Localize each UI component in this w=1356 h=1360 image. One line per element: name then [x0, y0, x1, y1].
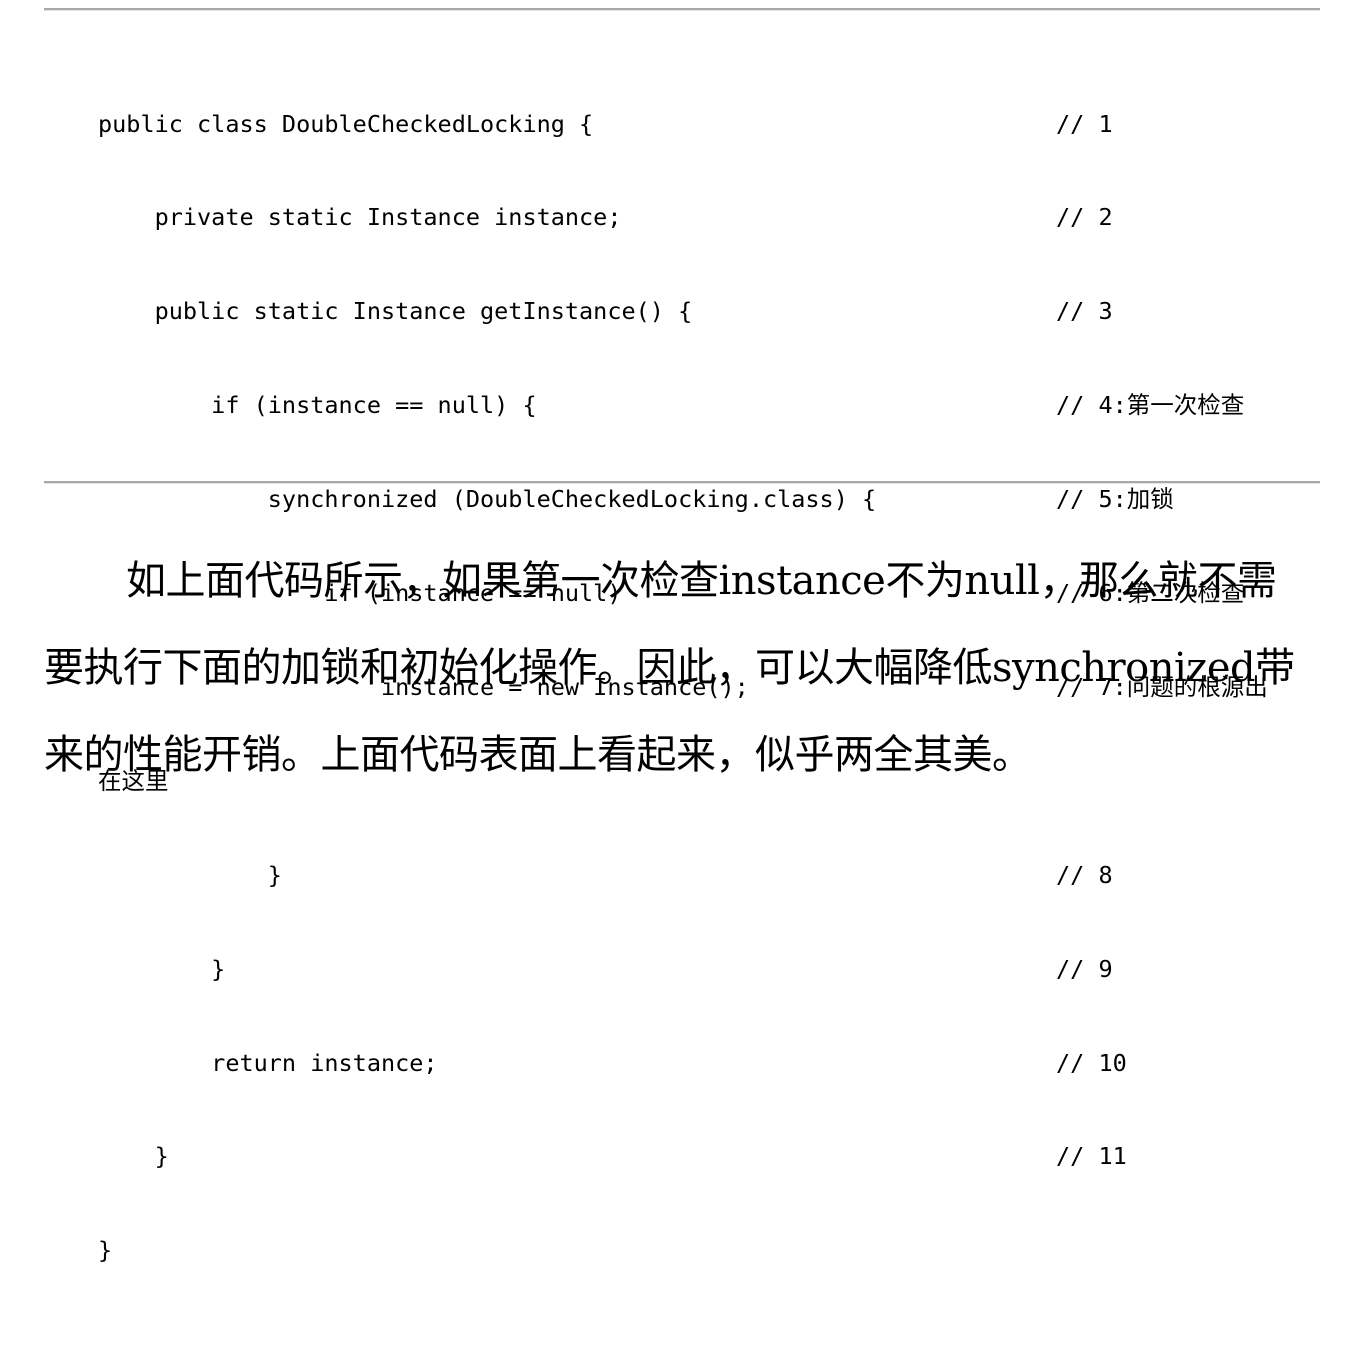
- bottom-divider: [44, 481, 1320, 484]
- code-comment: // 1: [1056, 109, 1113, 138]
- code-text: }: [98, 860, 282, 889]
- code-comment: // 9: [1056, 954, 1113, 983]
- code-text: }: [98, 954, 226, 983]
- code-line: if (instance == null) { // 4:第一次检查: [98, 390, 1318, 421]
- code-comment: // 4:第一次检查: [1056, 391, 1245, 420]
- code-text: return instance;: [98, 1048, 438, 1077]
- code-comment: // 8: [1056, 860, 1113, 889]
- code-line: public class DoubleCheckedLocking { // 1: [98, 109, 1318, 140]
- code-line: private static Instance instance; // 2: [98, 202, 1318, 233]
- code-comment: // 11: [1056, 1142, 1127, 1171]
- code-line: } // 8: [98, 860, 1318, 891]
- code-line: } // 11: [98, 1141, 1318, 1172]
- code-line: public static Instance getInstance() { /…: [98, 296, 1318, 327]
- code-text: public class DoubleCheckedLocking {: [98, 109, 594, 138]
- body-paragraph: 如上面代码所示，如果第一次检查instance不为null，那么就不需要执行下面…: [44, 558, 1295, 778]
- code-comment: // 5:加锁: [1056, 485, 1174, 514]
- code-comment: // 3: [1056, 297, 1113, 326]
- code-line: } // 9: [98, 954, 1318, 985]
- code-comment: // 2: [1056, 203, 1113, 232]
- code-text: if (instance == null) {: [98, 391, 537, 420]
- top-divider: [44, 8, 1320, 11]
- code-text: }: [98, 1236, 113, 1265]
- code-text: }: [98, 1142, 169, 1171]
- code-text: synchronized (DoubleCheckedLocking.class…: [98, 485, 877, 514]
- code-line: }: [98, 1235, 1318, 1266]
- code-line: return instance; // 10: [98, 1048, 1318, 1079]
- code-line: synchronized (DoubleCheckedLocking.class…: [98, 484, 1318, 515]
- code-text: private static Instance instance;: [98, 203, 622, 232]
- code-comment: // 10: [1056, 1048, 1127, 1077]
- code-text: public static Instance getInstance() {: [98, 297, 693, 326]
